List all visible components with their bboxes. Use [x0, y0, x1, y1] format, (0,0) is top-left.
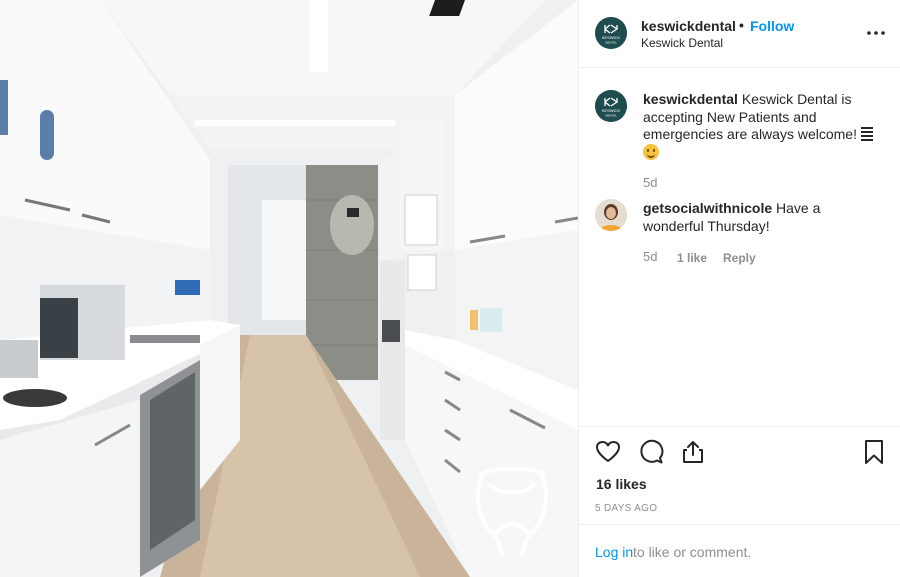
login-prompt: Log in to like or comment. [579, 524, 900, 577]
post-actions: 16 likes 5 DAYS AGO [579, 426, 900, 524]
comment-username[interactable]: getsocialwithnicole [643, 200, 772, 216]
likes-count[interactable]: 16 likes [596, 476, 647, 492]
comment: getsocialwithnicole Have a wonderful Thu… [643, 200, 879, 235]
comment-age[interactable]: 5d [643, 249, 657, 264]
comment-likes[interactable]: 1 like [677, 251, 707, 265]
svg-text:KESWICK: KESWICK [602, 108, 621, 113]
comment-reply-button[interactable]: Reply [723, 251, 756, 265]
post-header: KESWICK DENTAL keswickdental • Follow Ke… [579, 0, 900, 68]
caption: keswickdental Keswick Dental is acceptin… [643, 91, 879, 161]
smiling-face-emoji [643, 143, 659, 160]
keswick-logo-icon: KESWICK DENTAL [595, 17, 627, 49]
bookmark-icon[interactable] [861, 439, 887, 465]
comments-section: KESWICK DENTAL keswickdental Keswick Den… [579, 69, 900, 425]
header-full-name[interactable]: Keswick Dental [641, 36, 723, 50]
post-date[interactable]: 5 DAYS AGO [595, 503, 657, 514]
svg-text:DENTAL: DENTAL [605, 114, 617, 118]
news-text-emoji [860, 127, 873, 141]
post-image[interactable] [0, 0, 578, 577]
user-photo-icon [595, 199, 627, 231]
svg-text:KESWICK: KESWICK [602, 35, 621, 40]
caption-username[interactable]: keswickdental [643, 91, 738, 107]
login-link[interactable]: Log in [595, 544, 633, 560]
heart-icon[interactable] [595, 439, 621, 465]
profile-avatar[interactable]: KESWICK DENTAL [595, 17, 627, 49]
share-icon[interactable] [680, 439, 706, 465]
keswick-logo-icon: KESWICK DENTAL [595, 90, 627, 122]
more-options-icon[interactable] [864, 23, 888, 43]
commenter-avatar[interactable] [595, 199, 627, 231]
post-side-panel: KESWICK DENTAL keswickdental • Follow Ke… [578, 0, 900, 577]
login-prompt-text: to like or comment. [633, 544, 752, 560]
comment-icon[interactable] [638, 439, 664, 465]
header-separator: • [739, 17, 744, 33]
svg-text:DENTAL: DENTAL [605, 41, 617, 45]
keswick-dental-watermark-logo [476, 466, 548, 557]
caption-avatar[interactable]: KESWICK DENTAL [595, 90, 627, 122]
follow-button[interactable]: Follow [750, 18, 794, 34]
header-username[interactable]: keswickdental [641, 18, 736, 34]
caption-age[interactable]: 5d [643, 175, 657, 190]
